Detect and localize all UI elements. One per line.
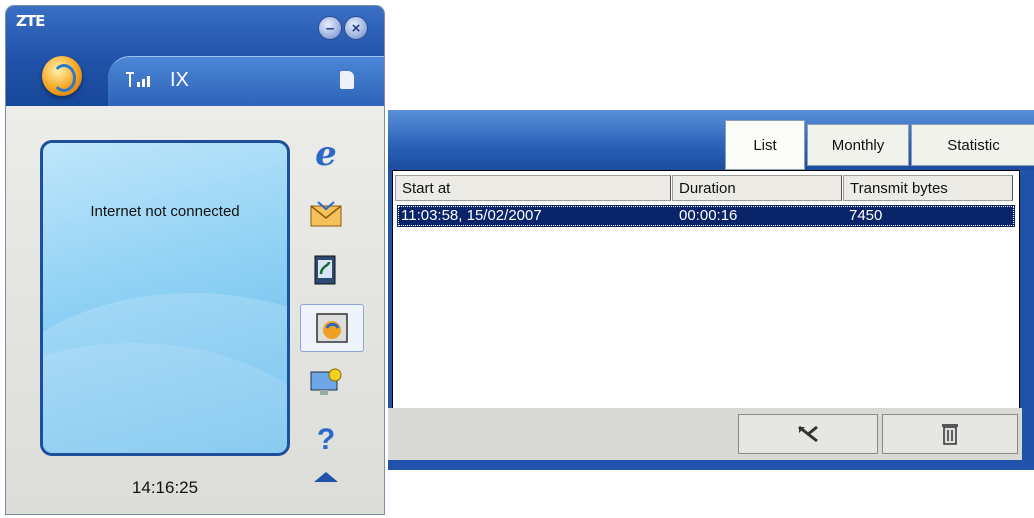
- panel-footer: [388, 408, 1022, 460]
- cell-bytes: 7450: [849, 207, 883, 224]
- statistics-panel: List Monthly Statistic Start at Duration…: [388, 110, 1034, 470]
- connect-globe-icon[interactable]: [42, 56, 82, 96]
- internet-explorer-icon[interactable]: e: [306, 134, 346, 174]
- table-header: Start at Duration Transmit bytes: [393, 173, 1019, 201]
- signal-strength-icon: [126, 71, 152, 94]
- sim-card-icon: [340, 71, 354, 89]
- connection-status-text: Internet not connected: [90, 203, 240, 220]
- disconnect-icon: [798, 425, 818, 443]
- help-icon[interactable]: ?: [306, 422, 346, 458]
- statistics-icon[interactable]: [300, 304, 364, 352]
- main-window: ZTE – × IX Internet not connected 14:16:…: [6, 6, 384, 514]
- delete-button[interactable]: [882, 414, 1018, 454]
- column-header-bytes[interactable]: Transmit bytes: [843, 175, 1013, 201]
- column-header-duration[interactable]: Duration: [672, 175, 842, 201]
- scroll-up-arrow-icon[interactable]: [314, 472, 338, 482]
- close-button[interactable]: ×: [344, 16, 368, 40]
- tab-monthly[interactable]: Monthly: [807, 124, 909, 166]
- disconnect-button[interactable]: [738, 414, 878, 454]
- column-header-start[interactable]: Start at: [395, 175, 671, 201]
- status-screen: Internet not connected: [40, 140, 290, 456]
- network-type-label: IX: [170, 69, 189, 91]
- phonebook-icon[interactable]: [306, 252, 346, 288]
- clock-display: 14:16:25: [131, 478, 199, 497]
- cell-start: 11:03:58, 15/02/2007: [401, 207, 542, 224]
- collapsed-side-handle[interactable]: [1028, 248, 1034, 316]
- settings-icon[interactable]: [306, 364, 346, 400]
- tab-list[interactable]: List: [725, 120, 805, 170]
- sms-envelope-icon[interactable]: [306, 196, 346, 232]
- main-header: ZTE – × IX: [6, 6, 384, 107]
- zte-logo: ZTE: [16, 12, 45, 30]
- trash-icon: [942, 424, 958, 445]
- table-row[interactable]: 11:03:58, 15/02/2007 00:00:16 7450: [397, 205, 1015, 227]
- network-status-bar: IX: [108, 56, 384, 107]
- cell-duration: 00:00:16: [679, 207, 738, 224]
- minimize-button[interactable]: –: [318, 16, 342, 40]
- tab-statistic[interactable]: Statistic: [911, 124, 1034, 166]
- records-table[interactable]: Start at Duration Transmit bytes 11:03:5…: [392, 170, 1020, 410]
